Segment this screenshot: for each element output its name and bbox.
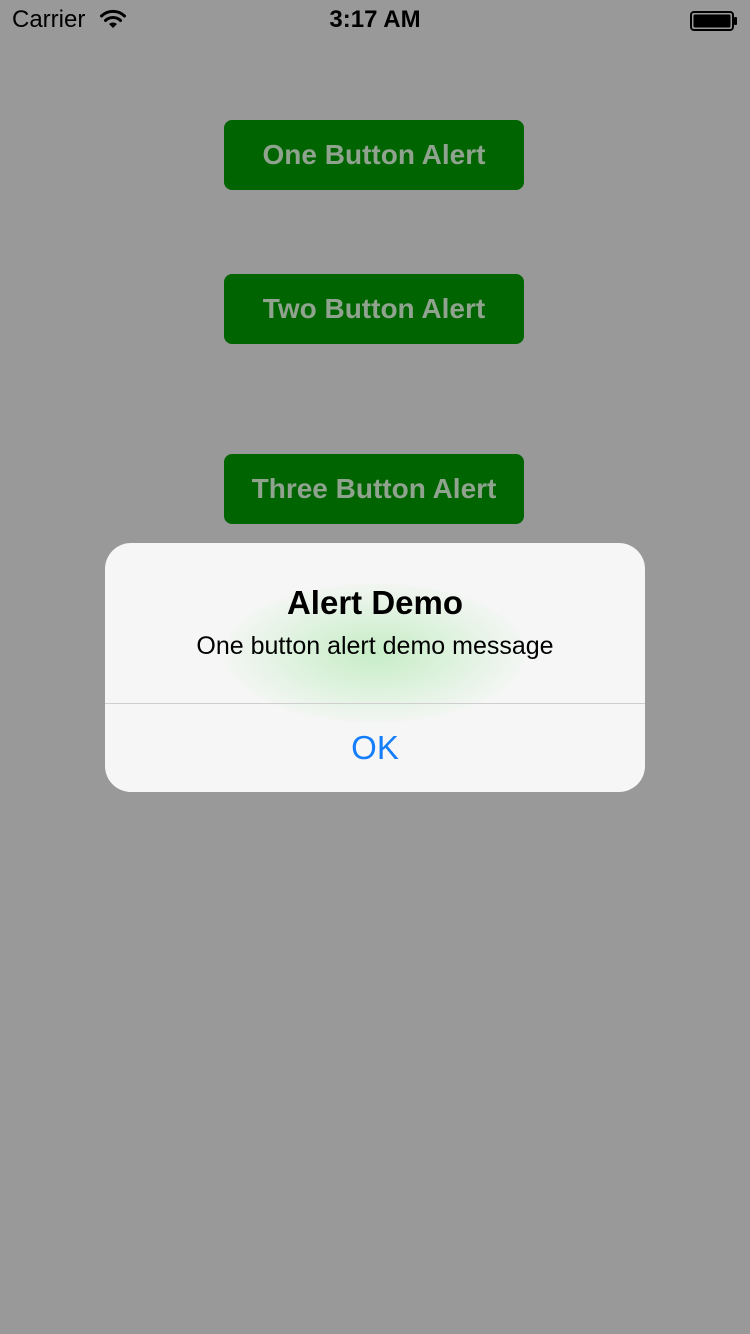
battery-icon [690,11,738,31]
one-button-alert-button[interactable]: One Button Alert [224,120,524,190]
ok-button[interactable]: OK [105,704,645,792]
alert-dialog: Alert Demo One button alert demo message… [105,543,645,792]
alert-message: One button alert demo message [196,632,554,660]
app-screen: Carrier 3:17 AM One Button Alert Two But… [0,0,750,1334]
two-button-alert-button[interactable]: Two Button Alert [224,274,524,344]
status-time: 3:17 AM [329,6,421,33]
alert-title: Alert Demo [286,584,464,621]
three-button-alert-button[interactable]: Three Button Alert [224,454,524,524]
status-bar: Carrier 3:17 AM [0,0,750,40]
